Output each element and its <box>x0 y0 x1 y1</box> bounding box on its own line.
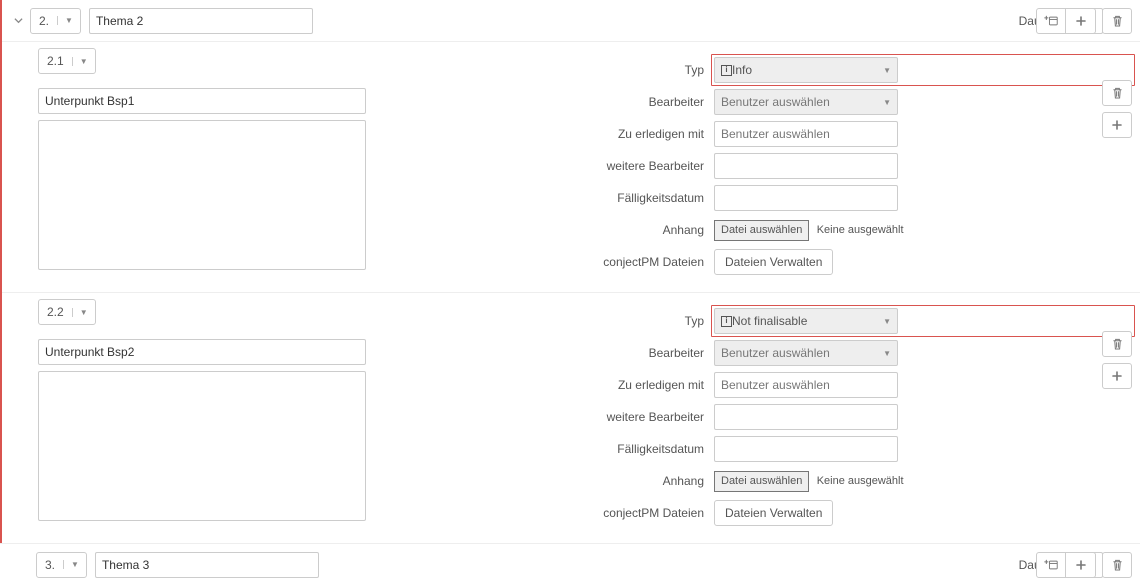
topic3-number-dropdown[interactable]: 3. ▼ <box>36 552 87 578</box>
caret-down-icon: ▼ <box>883 349 891 358</box>
topic3-number: 3. <box>37 558 63 572</box>
topic2-title-input[interactable] <box>89 8 313 34</box>
sub22-delete-button[interactable] <box>1102 331 1132 357</box>
caret-down-icon: ▼ <box>63 560 86 569</box>
faellig-label: Fälligkeitsdatum <box>454 442 714 456</box>
anhang-label: Anhang <box>454 474 714 488</box>
bearbeiter-label: Bearbeiter <box>454 95 714 109</box>
sub22-number: 2.2 <box>39 305 72 319</box>
chevron-down-icon <box>14 16 23 25</box>
add-button[interactable] <box>1066 552 1096 578</box>
erledigen-label: Zu erledigen mit <box>454 127 714 141</box>
conject-label: conjectPM Dateien <box>454 506 714 520</box>
sub22-number-dropdown[interactable]: 2.2 ▼ <box>38 299 96 325</box>
sub21-title-input[interactable] <box>38 88 366 114</box>
add-button[interactable] <box>1066 8 1096 34</box>
bearbeiter-label: Bearbeiter <box>454 346 714 360</box>
plus-calendar-icon <box>1044 15 1058 27</box>
erledigen-placeholder: Benutzer auswählen <box>721 378 830 392</box>
sub22-file-button[interactable]: Datei auswählen <box>714 471 809 492</box>
trash-icon <box>1112 338 1123 350</box>
sub21-add-button[interactable] <box>1102 112 1132 138</box>
sub22-typ-value: Not finalisable <box>732 314 807 328</box>
sub21-manage-files-button[interactable]: Dateien Verwalten <box>714 249 833 275</box>
trash-icon <box>1112 87 1123 99</box>
add-with-date-button[interactable] <box>1036 8 1066 34</box>
topic2-number: 2. <box>31 14 57 28</box>
bearbeiter-placeholder: Benutzer auswählen <box>721 95 830 109</box>
plus-icon <box>1112 120 1122 130</box>
trash-icon <box>1112 15 1123 27</box>
plus-calendar-icon <box>1044 559 1058 571</box>
sub21-delete-button[interactable] <box>1102 80 1132 106</box>
sub21-weitere-input[interactable] <box>714 153 898 179</box>
sub21-bearbeiter-select[interactable]: Benutzer auswählen ▼ <box>714 89 898 115</box>
sub22-title-input[interactable] <box>38 339 366 365</box>
caret-down-icon: ▼ <box>72 57 95 66</box>
caret-down-icon: ▼ <box>57 16 80 25</box>
sub22-faellig-input[interactable] <box>714 436 898 462</box>
topic3-actions <box>1036 552 1132 578</box>
caret-down-icon: ▼ <box>883 98 891 107</box>
topic3-header-row: 3. ▼ Dauer Min. <box>0 543 1140 585</box>
erledigen-label: Zu erledigen mit <box>454 378 714 392</box>
sub22-bearbeiter-select[interactable]: Benutzer auswählen ▼ <box>714 340 898 366</box>
sub22-typ-select[interactable]: i Not finalisable ▼ <box>714 308 898 334</box>
sub22-add-button[interactable] <box>1102 363 1132 389</box>
sub21-erledigen-select[interactable]: Benutzer auswählen <box>714 121 898 147</box>
collapse-toggle[interactable] <box>6 16 30 25</box>
delete-button[interactable] <box>1102 8 1132 34</box>
sub21-notes-textarea[interactable] <box>38 120 366 270</box>
anhang-label: Anhang <box>454 223 714 237</box>
info-icon: i <box>721 65 732 76</box>
sub21-faellig-input[interactable] <box>714 185 898 211</box>
weitere-label: weitere Bearbeiter <box>454 410 714 424</box>
caret-down-icon: ▼ <box>72 308 95 317</box>
trash-icon <box>1112 559 1123 571</box>
sub22-notes-textarea[interactable] <box>38 371 366 521</box>
conject-label: conjectPM Dateien <box>454 255 714 269</box>
bearbeiter-placeholder: Benutzer auswählen <box>721 346 830 360</box>
sub21-number: 2.1 <box>39 54 72 68</box>
sub22-file-none: Keine ausgewählt <box>817 475 904 487</box>
typ-label: Typ <box>454 63 714 77</box>
topic2-actions <box>1036 8 1132 34</box>
sub22-manage-files-button[interactable]: Dateien Verwalten <box>714 500 833 526</box>
sub21-typ-value: Info <box>732 63 752 77</box>
sub22-erledigen-select[interactable]: Benutzer auswählen <box>714 372 898 398</box>
faellig-label: Fälligkeitsdatum <box>454 191 714 205</box>
add-with-date-button[interactable] <box>1036 552 1066 578</box>
erledigen-placeholder: Benutzer auswählen <box>721 127 830 141</box>
topic3-title-input[interactable] <box>95 552 319 578</box>
sub22-weitere-input[interactable] <box>714 404 898 430</box>
typ-label: Typ <box>454 314 714 328</box>
sub21-file-button[interactable]: Datei auswählen <box>714 220 809 241</box>
topic2-number-dropdown[interactable]: 2. ▼ <box>30 8 81 34</box>
sub21-file-none: Keine ausgewählt <box>817 224 904 236</box>
plus-icon <box>1076 16 1086 26</box>
plus-icon <box>1112 371 1122 381</box>
delete-button[interactable] <box>1102 552 1132 578</box>
info-icon: i <box>721 316 732 327</box>
sub22-body: Typ i Not finalisable ▼ <box>2 331 1140 543</box>
topic2-header-row: 2. ▼ Dauer Min. <box>2 0 1140 42</box>
caret-down-icon: ▼ <box>883 317 891 326</box>
sub21-typ-select[interactable]: i Info ▼ <box>714 57 898 83</box>
plus-icon <box>1076 560 1086 570</box>
weitere-label: weitere Bearbeiter <box>454 159 714 173</box>
sub21-number-dropdown[interactable]: 2.1 ▼ <box>38 48 96 74</box>
sub21-body: Typ i Info ▼ Bearbeite <box>2 80 1140 293</box>
caret-down-icon: ▼ <box>883 66 891 75</box>
